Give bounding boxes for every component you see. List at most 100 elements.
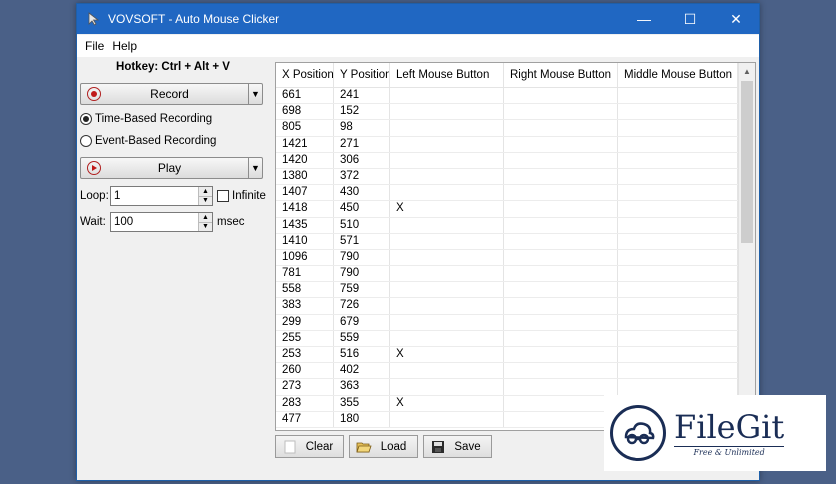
control-panel: Hotkey: Ctrl + Alt + V Record ▼ Time-Bas… bbox=[77, 57, 269, 480]
loop-stepper[interactable]: 1 ▲ ▼ bbox=[110, 186, 213, 206]
column-middle[interactable]: Middle Mouse Button bbox=[618, 63, 738, 87]
watermark-tagline: Free & Unlimited bbox=[674, 445, 785, 457]
table-row[interactable]: 260 402 bbox=[276, 363, 755, 380]
column-right[interactable]: Right Mouse Button bbox=[504, 63, 618, 87]
table-row[interactable]: 805 98 bbox=[276, 120, 755, 137]
table-row[interactable]: 558 759 bbox=[276, 282, 755, 299]
close-button[interactable]: ✕ bbox=[713, 4, 759, 34]
play-button[interactable]: Play ▼ bbox=[80, 157, 263, 179]
column-y[interactable]: Y Position bbox=[334, 63, 390, 87]
vertical-scrollbar[interactable]: ▲ bbox=[738, 63, 755, 430]
right-button-cell bbox=[504, 201, 618, 217]
x-cell: 283 bbox=[276, 395, 334, 411]
table-row[interactable]: 383 726 bbox=[276, 298, 755, 315]
x-cell: 1435 bbox=[276, 217, 334, 233]
table-row[interactable]: 273 363 bbox=[276, 379, 755, 396]
time-based-radio[interactable]: Time-Based Recording bbox=[80, 113, 212, 125]
left-button-cell bbox=[390, 152, 504, 168]
x-cell: 299 bbox=[276, 314, 334, 330]
table-body: 661 241 698 152 805 98 1421 271 1420 306 1380 372 14… bbox=[276, 88, 755, 428]
loop-up-arrow[interactable]: ▲ bbox=[199, 187, 212, 197]
watermark-name: FileGit bbox=[674, 407, 785, 446]
right-button-cell bbox=[504, 411, 618, 427]
right-button-cell bbox=[504, 168, 618, 185]
right-button-cell bbox=[504, 266, 618, 282]
table-row[interactable]: 1435 510 bbox=[276, 217, 755, 234]
load-button[interactable]: Load bbox=[349, 435, 418, 458]
open-folder-icon bbox=[356, 440, 372, 454]
title-bar[interactable]: VOVSOFT - Auto Mouse Clicker — ☐ ✕ bbox=[77, 4, 759, 34]
middle-button-cell bbox=[618, 363, 738, 379]
middle-button-cell bbox=[618, 233, 738, 249]
x-cell: 1418 bbox=[276, 201, 334, 217]
table-row[interactable]: 1421 271 bbox=[276, 136, 755, 153]
save-button[interactable]: Save bbox=[423, 435, 492, 458]
table-row[interactable]: 1410 571 bbox=[276, 233, 755, 250]
right-button-cell bbox=[504, 104, 618, 120]
minimize-button[interactable]: — bbox=[621, 4, 667, 34]
time-based-label: Time-Based Recording bbox=[95, 113, 213, 125]
x-cell: 1421 bbox=[276, 136, 334, 152]
table-row[interactable]: 299 679 bbox=[276, 314, 755, 331]
left-button-cell bbox=[390, 217, 504, 233]
x-cell: 383 bbox=[276, 298, 334, 314]
table-row[interactable]: 1096 790 bbox=[276, 249, 755, 267]
x-cell: 1420 bbox=[276, 152, 334, 168]
wait-value[interactable]: 100 bbox=[111, 213, 198, 231]
table-row[interactable]: 1418 450 X bbox=[276, 201, 755, 218]
left-button-cell bbox=[390, 168, 504, 185]
middle-button-cell bbox=[618, 249, 738, 266]
table-row[interactable]: 1380 372 bbox=[276, 168, 755, 186]
menu-file[interactable]: File bbox=[81, 39, 108, 53]
record-label: Record bbox=[150, 87, 189, 101]
menu-help[interactable]: Help bbox=[108, 39, 141, 53]
column-left[interactable]: Left Mouse Button bbox=[390, 63, 504, 87]
scroll-up-arrow[interactable]: ▲ bbox=[739, 63, 755, 80]
play-dropdown-arrow[interactable]: ▼ bbox=[248, 158, 262, 178]
table-header: X Position Y Position Left Mouse Button … bbox=[276, 63, 755, 88]
x-cell: 558 bbox=[276, 282, 334, 298]
table-row[interactable]: 698 152 bbox=[276, 104, 755, 121]
checkbox-box[interactable] bbox=[217, 190, 229, 202]
y-cell: 790 bbox=[334, 266, 390, 282]
table-row[interactable]: 661 241 bbox=[276, 88, 755, 105]
play-icon bbox=[87, 161, 101, 175]
table-row[interactable]: 255 559 bbox=[276, 330, 755, 347]
record-button[interactable]: Record ▼ bbox=[80, 83, 263, 105]
middle-button-cell bbox=[618, 185, 738, 201]
column-x[interactable]: X Position bbox=[276, 63, 334, 87]
left-button-cell bbox=[390, 120, 504, 136]
maximize-button[interactable]: ☐ bbox=[667, 4, 713, 34]
loop-down-arrow[interactable]: ▼ bbox=[199, 196, 212, 205]
y-cell: 679 bbox=[334, 314, 390, 330]
radio-indicator[interactable] bbox=[80, 135, 92, 147]
y-cell: 559 bbox=[334, 330, 390, 346]
wait-up-arrow[interactable]: ▲ bbox=[199, 213, 212, 223]
event-based-radio[interactable]: Event-Based Recording bbox=[80, 135, 216, 147]
table-row[interactable]: 1407 430 bbox=[276, 185, 755, 202]
y-cell: 510 bbox=[334, 217, 390, 233]
table-row[interactable]: 253 516 X bbox=[276, 347, 755, 364]
clear-button[interactable]: Clear bbox=[275, 435, 344, 458]
y-cell: 402 bbox=[334, 363, 390, 379]
menu-bar: File Help bbox=[77, 35, 759, 57]
wait-down-arrow[interactable]: ▼ bbox=[199, 222, 212, 231]
x-cell: 661 bbox=[276, 88, 334, 104]
y-cell: 516 bbox=[334, 347, 390, 363]
recording-table[interactable]: X Position Y Position Left Mouse Button … bbox=[275, 62, 756, 431]
left-button-cell: X bbox=[390, 201, 504, 217]
loop-value[interactable]: 1 bbox=[111, 187, 198, 205]
radio-indicator[interactable] bbox=[80, 113, 92, 125]
scroll-thumb[interactable] bbox=[741, 81, 753, 243]
record-dropdown-arrow[interactable]: ▼ bbox=[248, 84, 262, 104]
x-cell: 781 bbox=[276, 266, 334, 282]
table-row[interactable]: 781 790 bbox=[276, 266, 755, 283]
wait-label: Wait: bbox=[80, 216, 106, 228]
wait-stepper[interactable]: 100 ▲ ▼ bbox=[110, 212, 213, 232]
table-row[interactable]: 1420 306 bbox=[276, 152, 755, 169]
x-cell: 698 bbox=[276, 104, 334, 120]
infinite-checkbox[interactable]: Infinite bbox=[217, 190, 266, 202]
right-button-cell bbox=[504, 217, 618, 233]
wait-unit: msec bbox=[217, 216, 245, 228]
load-label: Load bbox=[380, 440, 407, 453]
